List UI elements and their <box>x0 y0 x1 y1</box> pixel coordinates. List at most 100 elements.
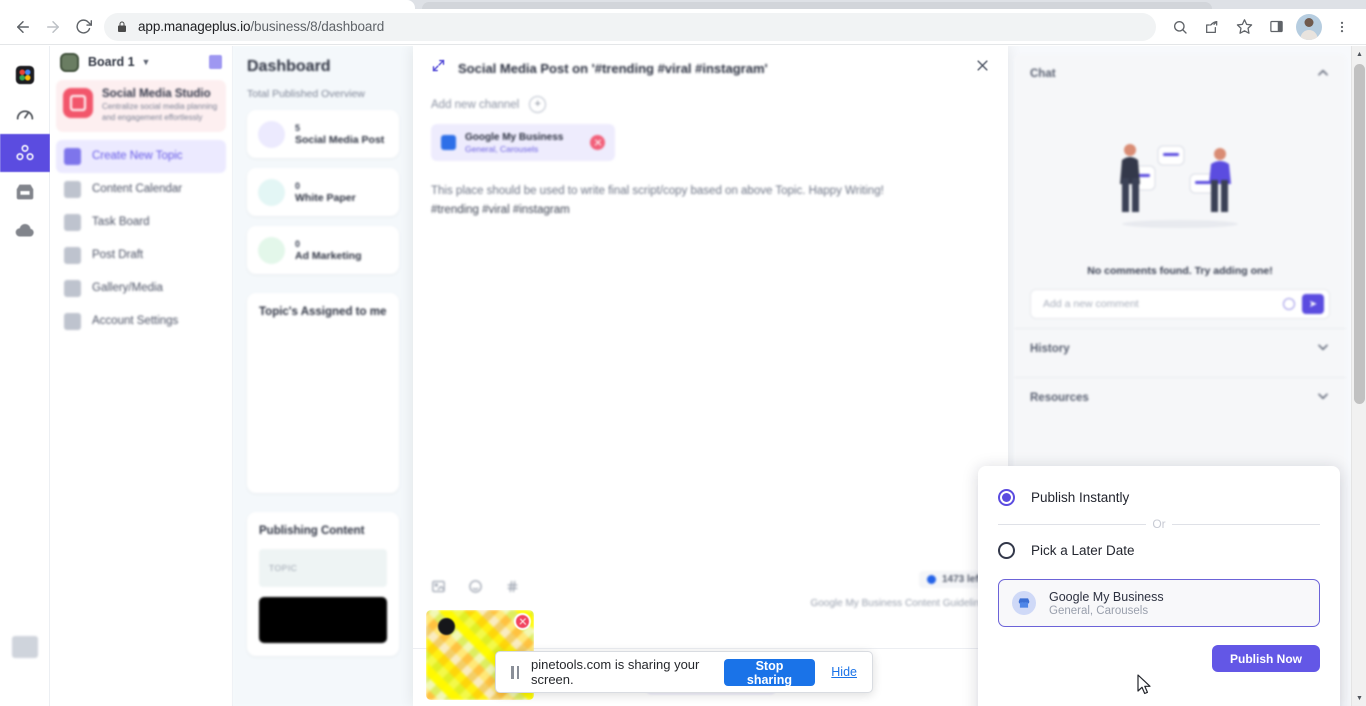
chat-header[interactable]: Chat <box>1014 54 1346 94</box>
chevron-up-icon[interactable] <box>1316 66 1330 83</box>
search-zoom-icon[interactable] <box>1166 13 1194 41</box>
social-studio-icon[interactable] <box>0 134 50 172</box>
background-tab[interactable] <box>422 2 1212 9</box>
image-icon[interactable] <box>431 579 446 594</box>
scroll-up-arrow[interactable]: ▲ <box>1352 46 1366 62</box>
editor-footer: 1473 left Google My Business Content Gui… <box>413 571 1008 609</box>
remove-attachment-icon[interactable] <box>514 613 531 630</box>
publishing-content-panel: Publishing Content TOPIC <box>247 512 399 656</box>
studio-title: Social Media Studio <box>102 88 211 100</box>
page-scrollbar[interactable]: ▲ ▼ <box>1351 46 1366 706</box>
board-name: Board 1 <box>88 55 135 69</box>
url-text: app.manageplus.io/business/8/dashboard <box>138 19 385 34</box>
trash-icon[interactable] <box>209 55 222 69</box>
board-selector[interactable]: Board 1 ▼ <box>50 46 232 78</box>
scroll-down-arrow[interactable]: ▼ <box>1352 690 1366 706</box>
or-divider: Or <box>998 517 1320 531</box>
star-icon[interactable] <box>1230 13 1258 41</box>
play-icon[interactable] <box>438 618 455 635</box>
calendar-icon <box>64 180 81 198</box>
comment-input-wrapper[interactable]: Add a new comment ➤ <box>1030 289 1330 319</box>
three-dot-menu-icon[interactable] <box>1328 13 1356 41</box>
scrollbar-thumb[interactable] <box>1354 64 1365 404</box>
create-topic-icon <box>64 147 81 165</box>
chat-empty-text: No comments found. Try adding one! <box>1087 265 1273 277</box>
comment-input[interactable]: Add a new comment <box>1043 298 1283 310</box>
chevron-down-icon[interactable] <box>1316 389 1330 406</box>
assigned-topics-title: Topic's Assigned to me <box>259 306 387 318</box>
expand-icon[interactable] <box>431 58 446 78</box>
google-my-business-icon <box>1012 591 1036 615</box>
modal-header: Social Media Post on '#trending #viral #… <box>413 46 1008 78</box>
add-channel-row[interactable]: Add new channel + <box>413 78 1008 113</box>
sidebar-nav-list: Create New Topic Content Calendar Task B… <box>50 139 232 338</box>
post-editor-modal: Social Media Post on '#trending #viral #… <box>413 46 1008 706</box>
social-post-icon <box>258 120 285 148</box>
sidebar-item-task-board[interactable]: Task Board <box>56 206 226 239</box>
stat-label: Ad Marketing <box>295 249 362 262</box>
remove-channel-icon[interactable] <box>590 135 605 150</box>
publish-channel-card[interactable]: Google My Business General, Carousels <box>998 579 1320 627</box>
profile-avatar[interactable] <box>1296 13 1322 40</box>
sidebar-item-gallery-media[interactable]: Gallery/Media <box>56 272 226 305</box>
address-bar[interactable]: app.manageplus.io/business/8/dashboard <box>104 12 1156 41</box>
reload-icon[interactable] <box>68 12 98 42</box>
sidebar-item-label: Create New Topic <box>92 150 183 163</box>
hide-link[interactable]: Hide <box>831 665 857 679</box>
list-icon <box>64 213 81 231</box>
active-tab[interactable] <box>0 0 415 9</box>
social-media-studio-card[interactable]: Social Media Studio Centralize social me… <box>56 80 226 132</box>
assigned-topics-panel: Topic's Assigned to me <box>247 293 399 493</box>
accordion-resources[interactable]: Resources <box>1014 377 1346 417</box>
topic-column-header: TOPIC <box>259 549 387 587</box>
share-icon[interactable] <box>1198 13 1226 41</box>
studio-description: Centralize social media planning and eng… <box>102 102 218 122</box>
plus-icon[interactable]: + <box>529 96 547 113</box>
accordion-label: Resources <box>1030 391 1089 404</box>
emoji-icon[interactable] <box>468 579 483 594</box>
sidebar-item-account-settings[interactable]: Account Settings <box>56 305 226 338</box>
content-thumbnail[interactable] <box>259 597 387 643</box>
post-editor-textarea[interactable]: This place should be used to write final… <box>413 161 1008 220</box>
stat-card-white-paper[interactable]: 0 White Paper <box>247 168 399 216</box>
send-icon[interactable]: ➤ <box>1302 294 1324 314</box>
radio-publish-instantly[interactable]: Publish Instantly <box>998 482 1320 512</box>
radio-unselected-icon[interactable] <box>998 541 1015 559</box>
board-logo-icon <box>60 52 79 72</box>
white-paper-icon <box>258 178 285 206</box>
stat-count: 0 <box>295 180 301 191</box>
radio-pick-later-date[interactable]: Pick a Later Date <box>998 535 1320 565</box>
speedometer-icon[interactable] <box>0 95 50 133</box>
back-arrow-icon[interactable] <box>8 12 38 42</box>
modal-title: Social Media Post on '#trending #viral #… <box>458 60 768 76</box>
stat-count: 0 <box>295 238 301 249</box>
chevron-down-icon[interactable] <box>1316 340 1330 357</box>
cloud-icon[interactable] <box>0 212 50 250</box>
sidebar-item-post-draft[interactable]: Post Draft <box>56 239 226 272</box>
sidebar-item-label: Account Settings <box>92 315 179 328</box>
pause-icon[interactable] <box>511 665 519 679</box>
stop-sharing-button[interactable]: Stop sharing <box>723 658 816 687</box>
rail-bottom-avatar[interactable] <box>12 636 38 658</box>
editor-line-1: This place should be used to write final… <box>431 185 884 197</box>
stat-card-social-media-post[interactable]: 5 Social Media Post <box>247 110 399 158</box>
sidebar-item-create-new-topic[interactable]: Create New Topic <box>56 139 226 173</box>
inbox-icon[interactable] <box>0 173 50 211</box>
content-guidelines-link[interactable]: Google My Business Content Guidelines <box>810 598 990 609</box>
publish-now-button[interactable]: Publish Now <box>1212 645 1320 672</box>
side-panel-icon[interactable] <box>1262 13 1290 41</box>
hashtag-icon[interactable] <box>505 579 520 594</box>
accordion-history[interactable]: History <box>1014 328 1346 368</box>
publish-options-popup: Publish Instantly Or Pick a Later Date G… <box>978 466 1340 706</box>
radio-label: Publish Instantly <box>1031 489 1130 505</box>
sidebar-item-label: Task Board <box>92 216 150 229</box>
radio-selected-icon[interactable] <box>998 488 1015 506</box>
apps-grid-icon[interactable] <box>0 56 50 94</box>
emoji-icon[interactable] <box>1283 298 1295 310</box>
stat-card-ad-marketing[interactable]: 0 Ad Marketing <box>247 226 399 274</box>
close-icon[interactable] <box>975 58 990 78</box>
selected-channel-chip[interactable]: Google My Business General, Carousels <box>431 124 615 161</box>
forward-arrow-icon <box>38 12 68 42</box>
sidebar-item-content-calendar[interactable]: Content Calendar <box>56 173 226 206</box>
people-chatting-illustration <box>1014 94 1346 259</box>
